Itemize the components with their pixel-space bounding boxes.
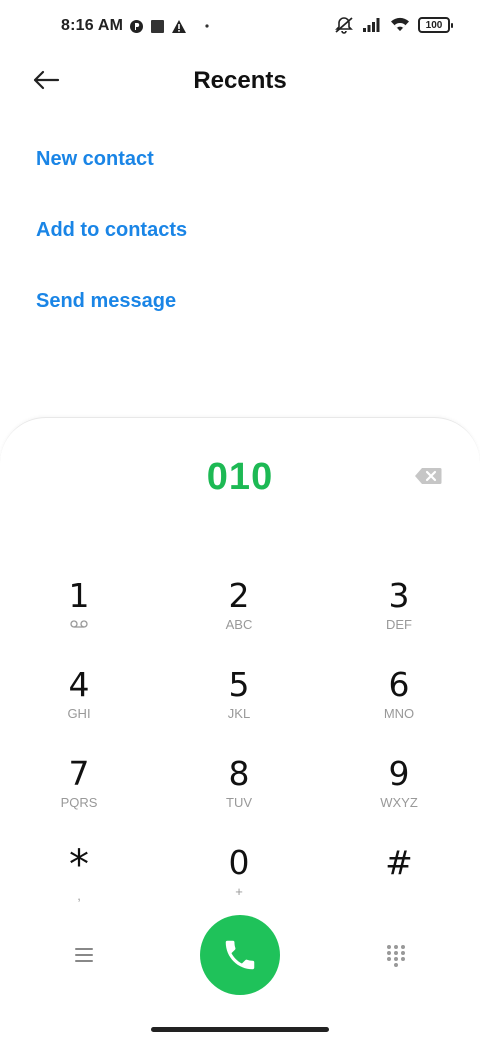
key-letters: TUV — [226, 795, 252, 810]
key-digit: 4 — [68, 665, 90, 704]
key-6[interactable]: 6 MNO — [344, 667, 454, 737]
key-digit: 9 — [388, 754, 410, 793]
menu-icon — [75, 948, 93, 962]
home-indicator[interactable] — [151, 1027, 329, 1032]
status-time: 8:16 AM — [61, 17, 124, 34]
key-digit: 8 — [228, 754, 250, 793]
key-digit: * — [69, 842, 89, 888]
key-1[interactable]: 1 — [24, 578, 134, 648]
add-to-contacts-link[interactable]: Add to contacts — [36, 219, 187, 242]
status-right: 100 — [334, 16, 453, 34]
status-left: 8:16 AM — [61, 17, 209, 35]
key-letters: DEF — [386, 617, 412, 632]
call-button[interactable] — [200, 915, 280, 995]
signal-icon — [362, 17, 382, 33]
key-3[interactable]: 3 DEF — [344, 578, 454, 648]
dot-icon — [205, 24, 209, 28]
dialpad-toggle-button[interactable] — [384, 943, 408, 967]
key-0[interactable]: 0 + — [184, 845, 294, 915]
warning-icon — [171, 19, 187, 34]
battery-icon: 100 — [418, 17, 453, 33]
key-digit: 6 — [388, 665, 410, 704]
phone-icon — [225, 940, 255, 970]
key-letters: + — [235, 884, 243, 899]
backspace-button[interactable] — [414, 467, 442, 485]
key-digit: 0 — [228, 843, 250, 882]
key-letters: ABC — [225, 617, 253, 632]
header: Recents — [0, 56, 480, 106]
dialpad-icon — [387, 945, 405, 967]
key-2[interactable]: 2 ABC — [184, 578, 294, 648]
send-message-link[interactable]: Send message — [36, 290, 176, 313]
status-bar: 8:16 AM 100 — [0, 0, 480, 56]
page-title: Recents — [193, 67, 287, 94]
square-icon — [150, 19, 165, 34]
key-hash[interactable]: # — [344, 845, 454, 915]
key-8[interactable]: 8 TUV — [184, 756, 294, 826]
key-letters: JKL — [227, 706, 251, 721]
key-9[interactable]: 9 WXYZ — [344, 756, 454, 826]
key-digit: 3 — [388, 576, 410, 615]
p-circle-icon — [129, 19, 144, 34]
key-digit: 7 — [68, 754, 90, 793]
wifi-icon — [390, 17, 410, 33]
menu-button[interactable] — [72, 944, 98, 966]
key-letters: , — [77, 888, 81, 903]
key-5[interactable]: 5 JKL — [184, 667, 294, 737]
silent-icon — [334, 16, 354, 34]
key-digit: 1 — [68, 576, 90, 615]
key-letters: MNO — [383, 706, 415, 721]
key-letters: PQRS — [60, 795, 98, 810]
key-star[interactable]: * , — [24, 845, 134, 915]
key-digit: # — [385, 843, 413, 882]
key-letters: WXYZ — [380, 795, 418, 810]
key-7[interactable]: 7 PQRS — [24, 756, 134, 826]
new-contact-link[interactable]: New contact — [36, 148, 154, 171]
key-letters: GHI — [67, 706, 91, 721]
key-4[interactable]: 4 GHI — [24, 667, 134, 737]
backspace-icon — [415, 468, 442, 484]
dialed-number: 010 — [206, 456, 274, 498]
voicemail-icon — [24, 618, 134, 632]
key-digit: 5 — [228, 665, 250, 704]
key-digit: 2 — [228, 576, 250, 615]
